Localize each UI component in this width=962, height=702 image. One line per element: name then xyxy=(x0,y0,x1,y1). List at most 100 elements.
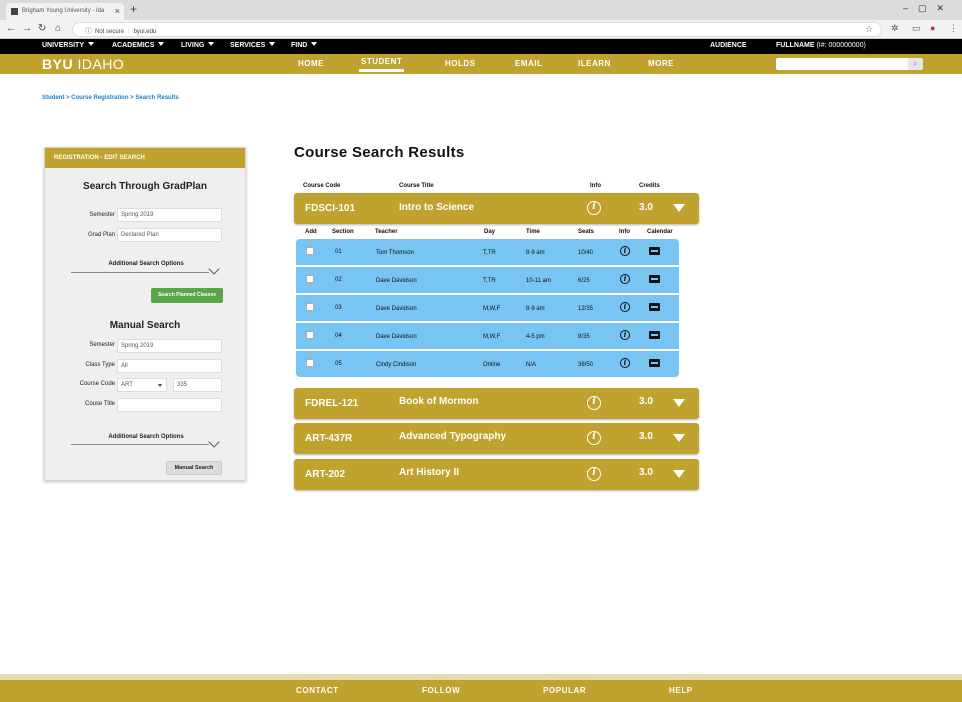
info-icon[interactable]: i xyxy=(620,246,630,256)
col-course-title: Course Title xyxy=(399,183,434,189)
info-icon[interactable]: i xyxy=(620,302,630,312)
new-tab-icon[interactable]: + xyxy=(130,2,137,16)
collapse-triangle-icon[interactable] xyxy=(673,204,685,212)
expand-triangle-icon[interactable] xyxy=(673,399,685,407)
back-icon[interactable]: ← xyxy=(6,23,16,34)
caret-down-icon xyxy=(208,42,215,46)
calendar-icon[interactable] xyxy=(649,303,660,311)
nav-student[interactable]: STUDENT xyxy=(358,57,405,72)
calendar-icon[interactable] xyxy=(649,275,660,283)
menu-kebab-icon[interactable]: ⋮ xyxy=(949,23,958,34)
footer-popular[interactable]: POPULAR xyxy=(543,686,586,695)
byui-logo[interactable]: BYU IDAHO xyxy=(42,56,124,72)
expand-triangle-icon[interactable] xyxy=(673,470,685,478)
add-checkbox[interactable] xyxy=(306,331,314,339)
add-checkbox[interactable] xyxy=(306,359,314,367)
footer-follow[interactable]: FOLLOW xyxy=(422,686,460,695)
nav-home[interactable]: HOME xyxy=(298,59,324,68)
info-icon[interactable]: i xyxy=(587,201,601,215)
course-dept-select[interactable]: ART xyxy=(117,378,167,392)
add-checkbox[interactable] xyxy=(306,247,314,255)
nav-holds[interactable]: HOLDS xyxy=(445,59,476,68)
site-search-input[interactable]: ⌕ xyxy=(776,58,923,70)
breadcrumb[interactable]: Student > Course Registration > Search R… xyxy=(42,95,179,101)
gradplan-field[interactable]: Declared Plan xyxy=(117,228,222,242)
add-checkbox[interactable] xyxy=(306,303,314,311)
search-icon[interactable]: ⌕ xyxy=(908,58,923,70)
divider xyxy=(71,444,209,445)
profile-icon[interactable]: ● xyxy=(930,23,935,33)
manual-search-button[interactable]: Manual Search xyxy=(166,461,222,475)
caret-down-icon xyxy=(158,384,162,387)
nav-living[interactable]: LIVING xyxy=(181,42,215,49)
class-type-field[interactable]: All xyxy=(117,359,222,373)
manual-search-heading: Manual Search xyxy=(109,320,181,331)
calendar-icon[interactable] xyxy=(649,331,660,339)
calendar-icon[interactable] xyxy=(649,359,660,367)
expand-triangle-icon[interactable] xyxy=(673,434,685,442)
info-icon[interactable]: i xyxy=(587,396,601,410)
calendar-icon[interactable] xyxy=(649,247,660,255)
nav-find[interactable]: FIND xyxy=(291,42,318,49)
footer-help[interactable]: HELP xyxy=(669,686,693,695)
home-icon[interactable]: ⌂ xyxy=(55,23,61,34)
nav-services[interactable]: SERVICES xyxy=(230,42,276,49)
nav-ilearn[interactable]: ILEARN xyxy=(578,59,611,68)
site-info-icon[interactable]: ⓘ xyxy=(85,28,92,35)
section-seats: 38/50 xyxy=(578,362,594,368)
section-row[interactable]: 04 Dave Davidson M,W,F 4-5 pm 8/35 i xyxy=(296,321,679,347)
section-time: 4-5 pm xyxy=(526,334,545,340)
gradplan-semester-field[interactable]: Spring 2019 xyxy=(117,208,222,222)
course-row[interactable]: ART-437R Advanced Typography i 3.0 xyxy=(294,423,699,454)
nav-more[interactable]: MORE xyxy=(648,59,674,68)
nav-fullname[interactable]: FULLNAME (I#: 000000000) xyxy=(776,42,866,49)
manual-additional-options-toggle[interactable]: Additional Search Options xyxy=(71,434,221,440)
bookmark-star-icon[interactable]: ☆ xyxy=(865,24,873,35)
section-number: 04 xyxy=(335,333,342,339)
info-icon[interactable]: i xyxy=(620,274,630,284)
gradplan-label: Grad Plan xyxy=(87,232,115,238)
section-number: 02 xyxy=(335,277,342,283)
info-icon[interactable]: i xyxy=(587,467,601,481)
browser-tab-bar: Brigham Young University - Ida × + –▢✕ xyxy=(0,0,962,20)
info-icon[interactable]: i xyxy=(620,358,630,368)
forward-icon[interactable]: → xyxy=(22,23,32,34)
course-number-field[interactable]: 335 xyxy=(173,378,222,392)
section-seats: 10/40 xyxy=(578,250,594,256)
section-row[interactable]: 05 Cindy Cindison Online N/A 38/50 i xyxy=(296,349,679,375)
info-icon[interactable]: i xyxy=(620,330,630,340)
close-tab-icon[interactable]: × xyxy=(115,6,120,16)
section-number: 01 xyxy=(335,249,342,255)
section-row[interactable]: 01 Tom Thomson T,TR 8-9 am 10/40 i xyxy=(296,239,679,265)
browser-tab-title: Brigham Young University - Ida xyxy=(22,8,105,14)
manual-semester-label: Semester xyxy=(89,342,115,348)
course-row[interactable]: FDREL-121 Book of Mormon i 3.0 xyxy=(294,388,699,419)
reload-icon[interactable]: ↻ xyxy=(38,23,46,34)
course-title-field[interactable] xyxy=(117,398,222,412)
nav-university[interactable]: UNIVERSITY xyxy=(42,42,95,49)
course-row[interactable]: FDSCI-101 Intro to Science i 3.0 xyxy=(294,193,699,224)
extension-icon[interactable]: ✲ xyxy=(891,23,899,34)
search-planned-classes-button[interactable]: Search Planned Classes xyxy=(151,288,223,303)
add-checkbox[interactable] xyxy=(306,275,314,283)
section-row[interactable]: 02 Dave Davidson T,TR 10-11 am 6/25 i xyxy=(296,265,679,291)
section-number: 05 xyxy=(335,361,342,367)
window-controls[interactable]: –▢✕ xyxy=(903,3,954,14)
cast-icon[interactable]: ▭ xyxy=(912,23,921,34)
section-time: 10-11 am xyxy=(526,278,551,284)
section-row[interactable]: 03 Dave Davidson M,W,F 8-9 am 12/35 i xyxy=(296,293,679,319)
section-teacher: Tom Thomson xyxy=(376,250,414,256)
manual-semester-field[interactable]: Spring 2019 xyxy=(117,339,222,353)
url-text: byui.edu xyxy=(133,29,157,35)
nav-academics[interactable]: ACADEMICS xyxy=(112,42,165,49)
browser-tab[interactable]: Brigham Young University - Ida × xyxy=(6,3,124,20)
footer-contact[interactable]: CONTACT xyxy=(296,686,339,695)
additional-options-toggle[interactable]: Additional Search Options xyxy=(71,261,221,267)
info-icon[interactable]: i xyxy=(587,431,601,445)
nav-audience[interactable]: AUDIENCE xyxy=(710,42,747,49)
course-credits: 3.0 xyxy=(639,396,653,407)
nav-email[interactable]: EMAIL xyxy=(515,59,542,68)
url-input[interactable]: ⓘ Not secure | byui.edu ☆ xyxy=(72,22,882,37)
col-section-info: Info xyxy=(619,229,630,235)
course-row[interactable]: ART-202 Art History II i 3.0 xyxy=(294,459,699,490)
